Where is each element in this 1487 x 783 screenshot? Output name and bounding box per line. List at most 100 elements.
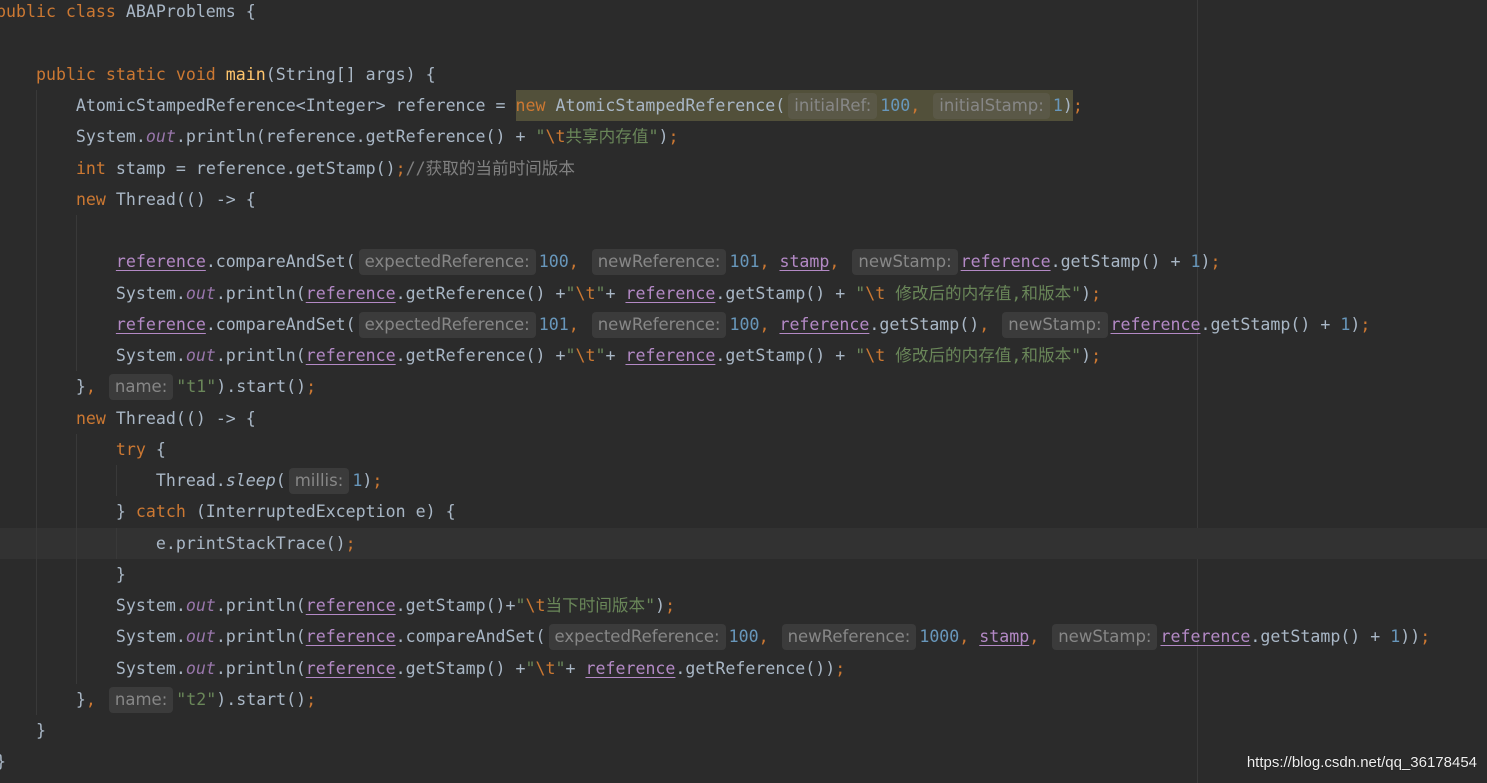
watermark: https://blog.csdn.net/qq_36178454 [1246, 754, 1477, 771]
code-editor[interactable]: public class ABAProblems { public static… [0, 0, 1487, 783]
code-line[interactable]: Thread.sleep(millis: 1); [0, 465, 1487, 496]
code-text: } [0, 721, 46, 741]
code-text: System. [0, 596, 186, 616]
code-line[interactable]: } catch (InterruptedException e) { [0, 496, 1487, 527]
keyword-token: public static void [35, 64, 216, 84]
code-text: stamp = reference.getStamp() [105, 158, 396, 178]
parameter-name-hint: newReference: [591, 311, 727, 338]
code-text: .getStamp() [869, 314, 980, 334]
code-line[interactable]: System.out.println(reference.getReferenc… [0, 278, 1487, 309]
code-line[interactable]: } [0, 559, 1487, 590]
code-line[interactable]: }, name: "t2").start(); [0, 684, 1487, 715]
code-text: System. [0, 658, 186, 678]
string-literal: " [515, 596, 526, 616]
parameter-name-hint: name: [108, 374, 174, 401]
code-line[interactable]: System.out.println(reference.getReferenc… [0, 121, 1487, 152]
punctuation: ; [395, 158, 406, 178]
static-field: out [185, 658, 216, 678]
code-text: .getStamp() + [715, 283, 856, 303]
keyword-token: new [75, 408, 106, 428]
code-text: .compareAndSet( [205, 252, 356, 272]
code-text: + [605, 346, 626, 366]
code-line[interactable]: int stamp = reference.getStamp();//获取的当前… [0, 153, 1487, 184]
captured-variable: reference [1160, 627, 1251, 647]
indent-guide [116, 465, 117, 496]
parameter-name-hint: newStamp: [852, 249, 958, 276]
code-text: AtomicStampedReference( [545, 96, 786, 116]
punctuation: ; [665, 596, 676, 616]
code-line[interactable]: reference.compareAndSet(expectedReferenc… [0, 309, 1487, 340]
parameter-name-hint: newReference: [781, 624, 917, 651]
punctuation: , [759, 314, 780, 334]
indent-guide [76, 434, 77, 684]
code-line[interactable]: } [0, 715, 1487, 746]
code-text: ) [655, 596, 666, 616]
code-text: Thread. [0, 471, 226, 491]
static-field: out [185, 283, 216, 303]
code-line[interactable]: System.out.println(reference.getReferenc… [0, 340, 1487, 371]
string-literal: " [535, 127, 546, 147]
string-literal: " [565, 283, 576, 303]
code-text: .getReference() + [395, 283, 566, 303]
code-line[interactable]: public static void main(String[] args) { [0, 59, 1487, 90]
code-line[interactable] [0, 28, 1487, 59]
punctuation: ; [306, 689, 317, 709]
escape-sequence: \t [575, 283, 596, 303]
code-line[interactable]: new Thread(() -> { [0, 184, 1487, 215]
escape-sequence: \t [865, 346, 886, 366]
code-line[interactable]: try { [0, 434, 1487, 465]
code-line[interactable]: AtomicStampedReference<Integer> referenc… [0, 90, 1487, 122]
punctuation: , [829, 252, 850, 272]
code-line[interactable]: System.out.println(reference.getStamp()+… [0, 590, 1487, 621]
code-text: System. [0, 627, 186, 647]
punctuation: , [979, 314, 1000, 334]
captured-variable: reference [779, 314, 870, 334]
code-text: + [565, 658, 586, 678]
string-literal: "t1" [176, 377, 217, 397]
string-literal: 修改后的内存值,和版本" [885, 346, 1082, 366]
code-line[interactable] [0, 215, 1487, 246]
code-text: .compareAndSet( [205, 314, 356, 334]
code-text: ) [1081, 346, 1092, 366]
code-text: ) [1350, 314, 1361, 334]
code-text: ABAProblems { [115, 2, 256, 22]
code-text: .println( [215, 596, 306, 616]
captured-variable: reference [115, 252, 206, 272]
code-text: ).start() [216, 377, 307, 397]
code-line[interactable]: new Thread(() -> { [0, 403, 1487, 434]
punctuation: , [1029, 627, 1050, 647]
punctuation: , [759, 252, 780, 272]
captured-variable: reference [305, 283, 396, 303]
code-line[interactable]: System.out.println(reference.compareAndS… [0, 621, 1487, 652]
punctuation: ; [306, 377, 317, 397]
number-literal: 1 [1052, 96, 1063, 116]
string-literal: " [855, 346, 866, 366]
code-text: ( [275, 471, 286, 491]
punctuation: ; [1420, 627, 1431, 647]
code-line[interactable]: public class ABAProblems { [0, 0, 1487, 28]
code-text: ) [1200, 252, 1211, 272]
number-literal: 1 [1190, 252, 1201, 272]
code-text: } [0, 689, 86, 709]
code-line[interactable]: }, name: "t1").start(); [0, 371, 1487, 402]
parameter-name-hint: newStamp: [1002, 311, 1108, 338]
code-text: Thread(() -> { [105, 189, 256, 209]
number-literal: 1 [1340, 314, 1351, 334]
code-area[interactable]: public class ABAProblems { public static… [0, 0, 1487, 778]
string-literal: " [595, 283, 606, 303]
code-line-current[interactable]: e.printStackTrace(); [0, 527, 1487, 559]
code-text: e.printStackTrace() [0, 533, 346, 553]
code-text: } [0, 502, 136, 522]
code-text: ) [1081, 283, 1092, 303]
escape-sequence: \t [545, 127, 566, 147]
captured-variable: reference [305, 346, 396, 366]
code-line[interactable]: reference.compareAndSet(expectedReferenc… [0, 246, 1487, 277]
punctuation: ; [1091, 346, 1102, 366]
code-text: ).start() [216, 689, 307, 709]
code-line[interactable]: System.out.println(reference.getStamp() … [0, 653, 1487, 684]
